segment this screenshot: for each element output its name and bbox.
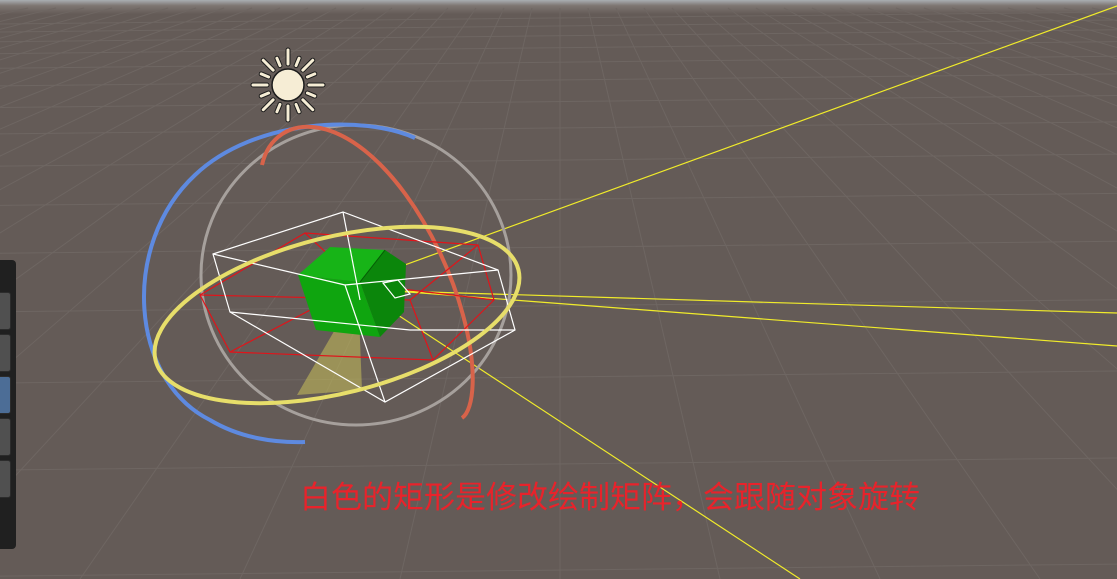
horizon-fade — [0, 0, 1117, 14]
grid-line — [0, 299, 1117, 313]
grid-line — [0, 240, 1117, 254]
annotation-text: 白色的矩形是修改绘制矩阵，会跟随对象旋转 — [300, 480, 920, 516]
scene-tool-panel — [0, 260, 16, 549]
grid-line — [1063, 7, 1117, 22]
grid-line — [0, 7, 197, 74]
grid-line — [0, 41, 1117, 55]
tool-button-2[interactable] — [0, 334, 11, 372]
grid-line — [923, 7, 1117, 73]
grid-line — [979, 7, 1117, 49]
tool-button-3[interactable] — [0, 376, 11, 414]
light-ray — [374, 299, 801, 579]
scene-view[interactable]: 白色的矩形是修改绘制矩阵，会跟随对象旋转 — [0, 0, 1117, 579]
light-ray — [357, 5, 1117, 283]
grid-line — [0, 457, 1117, 471]
sun-icon[interactable] — [250, 47, 326, 123]
grid-line — [0, 7, 253, 108]
grid-line — [1091, 7, 1117, 15]
grid-line — [895, 7, 1117, 89]
tool-button-5[interactable] — [0, 460, 11, 498]
grid-line — [0, 153, 1117, 167]
grid-line — [0, 7, 113, 39]
grid-line — [0, 563, 1117, 577]
grid-line — [1007, 7, 1117, 38]
grid-line — [0, 192, 1117, 206]
tool-button-4[interactable] — [0, 418, 11, 456]
tool-button-1[interactable] — [0, 292, 11, 330]
grid-line — [1035, 7, 1117, 30]
grid-line — [0, 7, 141, 49]
grid-line — [951, 7, 1117, 60]
